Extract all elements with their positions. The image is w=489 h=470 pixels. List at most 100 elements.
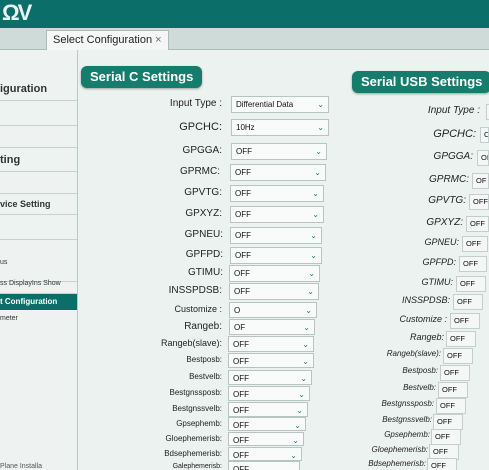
sidebar-item-plane-install[interactable]: Plane Installa xyxy=(0,460,77,470)
serial-c-field-select[interactable]: OFF ⌄ xyxy=(230,185,324,202)
serial-c-field-select[interactable]: OFF ⌄ xyxy=(228,370,312,385)
serial-usb-field-select[interactable]: OFF xyxy=(443,348,473,364)
serial-c-field-select[interactable]: OFF ⌄ xyxy=(231,143,327,160)
serial-usb-field-label: GPCHC: xyxy=(433,128,476,140)
chevron-down-icon: ⌄ xyxy=(296,406,303,415)
serial-c-field-select[interactable]: Differential Data ⌄ xyxy=(231,96,329,113)
serial-usb-field-label: GTIMU: xyxy=(421,277,454,287)
serial-c-field-select[interactable]: OFF ⌄ xyxy=(228,353,314,368)
chevron-down-icon: ⌄ xyxy=(303,323,310,332)
serial-usb-field-label: GPVTG: xyxy=(428,195,466,206)
select-value: OFF xyxy=(233,390,249,399)
serial-c-field-select[interactable]: OFF ⌄ xyxy=(228,447,302,461)
serial-c-field-select[interactable]: OFF ⌄ xyxy=(229,265,320,282)
chevron-down-icon: ⌄ xyxy=(294,421,301,430)
serial-usb-field-select[interactable]: OFF xyxy=(436,398,466,414)
serial-c-field-select[interactable]: OFF ⌄ xyxy=(228,461,300,470)
serial-c-field-label: Input Type : xyxy=(169,98,222,109)
serial-usb-field-select[interactable]: OFF xyxy=(459,256,487,272)
serial-usb-field-label: Rangeb(slave): xyxy=(386,349,441,358)
serial-usb-field-select[interactable]: OFF xyxy=(466,216,489,232)
serial-usb-field-select[interactable]: OI xyxy=(477,150,489,166)
serial-c-field-select[interactable]: OFF ⌄ xyxy=(228,417,306,431)
sidebar-item-blank[interactable] xyxy=(0,172,77,194)
serial-c-field-select[interactable]: OF ⌄ xyxy=(229,319,315,335)
serial-c-field-label: INSSPDSB: xyxy=(168,285,222,296)
serial-c-field-select[interactable]: OFF ⌄ xyxy=(228,432,304,446)
serial-usb-field-select[interactable]: C xyxy=(480,127,489,143)
select-value: OF xyxy=(234,323,246,332)
chevron-down-icon: ⌄ xyxy=(298,390,305,399)
serial-c-field-select[interactable]: OFF ⌄ xyxy=(230,247,322,264)
serial-usb-field-label: Input Type : xyxy=(427,105,480,116)
serial-usb-field-select[interactable]: OFF xyxy=(440,365,470,381)
serial-c-field-select[interactable]: OFF ⌄ xyxy=(230,227,322,244)
select-value: OFF xyxy=(233,357,249,366)
serial-usb-field-select[interactable]: OFF xyxy=(433,414,463,430)
sidebar-item-blank[interactable] xyxy=(0,126,77,148)
serial-c-field-select[interactable]: OFF ⌄ xyxy=(228,336,314,352)
serial-usb-field-label: Bestposb: xyxy=(402,366,438,375)
serial-c-field-select[interactable]: OFF ⌄ xyxy=(228,402,308,417)
serial-usb-field-select[interactable]: OFF xyxy=(446,331,476,347)
serial-c-field-select[interactable]: OFF ⌄ xyxy=(228,386,310,401)
select-value: OFF xyxy=(235,231,251,240)
serial-c-field-select[interactable]: OFF ⌄ xyxy=(230,206,324,223)
chevron-down-icon: ⌄ xyxy=(310,251,317,260)
chevron-down-icon: ⌄ xyxy=(315,147,322,156)
serial-c-field-label: GPRMC: xyxy=(180,166,220,177)
sidebar-item-label: us xyxy=(0,259,8,266)
serial-usb-field-select[interactable]: OFF xyxy=(456,276,486,292)
serial-c-field-select[interactable]: OFF ⌄ xyxy=(230,164,326,181)
serial-usb-field-select[interactable]: OFF xyxy=(462,236,488,252)
sidebar-item-blank[interactable] xyxy=(0,215,77,240)
chevron-down-icon: ⌄ xyxy=(308,269,315,278)
sidebar-item-setting[interactable]: ting xyxy=(0,148,77,172)
tab-select-configuration[interactable]: Select Configuration × xyxy=(46,30,169,50)
sidebar-item-status[interactable]: us xyxy=(0,253,77,273)
sidebar-item-label: vice Setting xyxy=(0,199,51,209)
sidebar-item-configuration[interactable]: iguration xyxy=(0,77,77,101)
serial-usb-settings-header[interactable]: Serial USB Settings xyxy=(352,71,489,93)
serial-c-settings-header[interactable]: Serial C Settings xyxy=(81,66,203,88)
serial-c-field-label: Galephemerisb: xyxy=(172,463,222,470)
select-value: OFF xyxy=(233,406,249,415)
sidebar-item-parameter[interactable]: meter xyxy=(0,311,77,327)
serial-c-field-select[interactable]: OFF ⌄ xyxy=(229,283,319,300)
select-value: OFF xyxy=(233,451,249,460)
serial-c-field-label: Bestgnssvelb: xyxy=(172,404,222,413)
select-value: OFF xyxy=(233,436,249,445)
serial-c-field-label: GTIMU: xyxy=(188,267,223,278)
chevron-down-icon: ⌄ xyxy=(307,287,314,296)
sidebar-item-blank[interactable] xyxy=(0,101,77,126)
app-logo: ΩV xyxy=(2,0,32,25)
serial-c-field-label: Gloephemerisb: xyxy=(165,434,222,443)
sidebar-item-display[interactable]: ss DisplayIns Show xyxy=(0,274,77,294)
sidebar-item-label: iguration xyxy=(0,83,48,95)
serial-c-field-select[interactable]: 10Hz ⌄ xyxy=(231,119,329,136)
serial-c-field-label: Bestvelb: xyxy=(189,372,222,381)
serial-usb-field-select[interactable]: OFF xyxy=(438,382,468,398)
select-value: OFF xyxy=(233,421,249,430)
serial-c-field-label: GPXYZ: xyxy=(185,208,222,219)
serial-c-field-label: GPFPD: xyxy=(185,249,223,260)
sidebar-item-configuration-active[interactable]: t Configuration xyxy=(0,294,77,310)
serial-usb-field-select[interactable]: OFF xyxy=(450,313,480,329)
sidebar-item-device-setting[interactable]: vice Setting xyxy=(0,194,77,215)
select-value: 10Hz xyxy=(236,123,255,132)
serial-usb-field-select[interactable]: OFF xyxy=(431,429,461,445)
chevron-down-icon: ⌄ xyxy=(310,231,317,240)
serial-usb-field-select[interactable]: OFF xyxy=(453,294,483,310)
serial-c-field-label: Bestposb: xyxy=(186,355,222,364)
close-tab-icon[interactable]: × xyxy=(155,34,161,46)
serial-usb-field-label: GPXYZ: xyxy=(426,217,463,228)
serial-usb-field-select[interactable]: OFF xyxy=(469,194,489,210)
app-title-bar: ΩV xyxy=(0,0,489,28)
select-value: Differential Data xyxy=(236,100,294,109)
chevron-down-icon: ⌄ xyxy=(312,210,319,219)
serial-c-field-select[interactable]: O ⌄ xyxy=(229,302,317,318)
serial-usb-field-label: Bdsephemerisb: xyxy=(368,459,426,468)
serial-usb-field-label: GPGGA: xyxy=(433,151,473,162)
serial-usb-field-select[interactable]: OFF xyxy=(427,458,457,470)
serial-usb-field-select[interactable]: OF xyxy=(472,173,489,189)
